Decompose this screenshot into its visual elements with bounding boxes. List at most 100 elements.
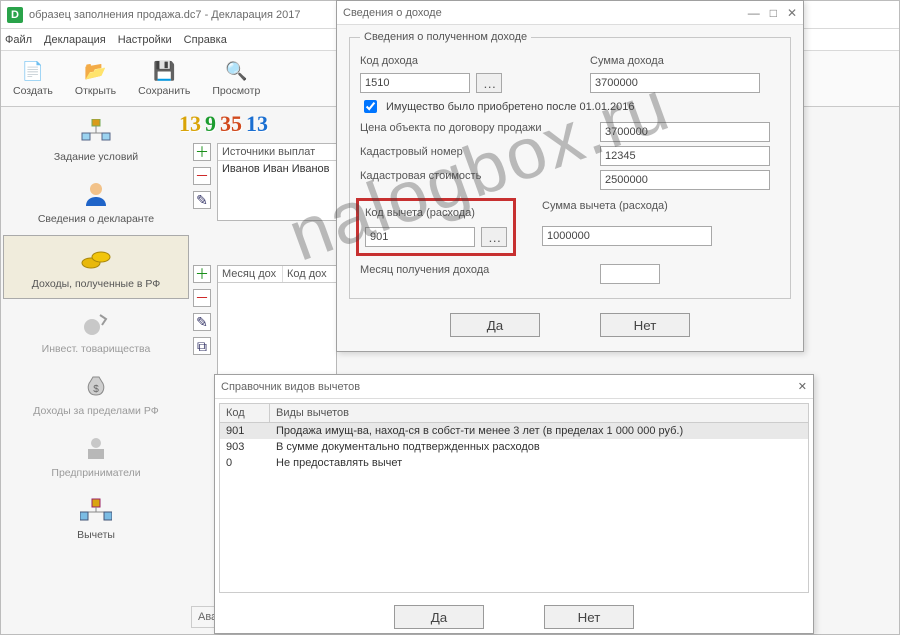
rate-numbers: 13 9 35 13 xyxy=(179,111,268,137)
deductions-dict-dialog: Справочник видов вычетов ✕ Код Виды выче… xyxy=(214,374,814,634)
dict-cell-name: Продажа имущ-ва, наход-ся в собст-ти мен… xyxy=(270,425,808,437)
minimize-icon[interactable]: — xyxy=(748,6,760,20)
label-month: Месяц получения дохода xyxy=(360,264,570,282)
after2016-checkbox[interactable]: Имущество было приобретено после 01.01.2… xyxy=(360,97,780,116)
income-dialog-no-button[interactable]: Нет xyxy=(600,313,690,337)
dict-dialog-titlebar: Справочник видов вычетов ✕ xyxy=(215,375,813,399)
label-price: Цена объекта по договору продажи xyxy=(360,122,570,140)
add-income-button[interactable]: ＋ xyxy=(193,265,211,283)
sidebar: Задание условий Сведения о декларанте До… xyxy=(1,109,191,634)
app-icon: D xyxy=(7,7,23,23)
edit-source-button[interactable]: ✎ xyxy=(193,191,211,209)
repeat-income-button[interactable]: ⧉ xyxy=(193,337,211,355)
dict-row[interactable]: 901 Продажа имущ-ва, наход-ся в собст-ти… xyxy=(220,423,808,439)
income-headers: Месяц дох Код дох xyxy=(218,266,336,283)
sidebar-item-deductions[interactable]: Вычеты xyxy=(1,487,191,549)
open-button[interactable]: 📂 Открыть xyxy=(75,61,116,97)
sidebar-item-entrepreneur[interactable]: Предприниматели xyxy=(1,425,191,487)
open-folder-icon: 📂 xyxy=(85,61,107,83)
maximize-icon[interactable]: □ xyxy=(770,6,777,20)
label-income-code: Код дохода xyxy=(360,55,560,67)
income-dialog-titlebar: Сведения о доходе — □ ✕ xyxy=(337,1,803,25)
sidebar-label: Предприниматели xyxy=(51,467,140,479)
remove-income-button[interactable]: － xyxy=(193,289,211,307)
after2016-checkbox-input[interactable] xyxy=(364,100,377,113)
sources-button-strip: ＋ － ✎ xyxy=(189,143,215,209)
view-button[interactable]: 🔍 Просмотр xyxy=(212,61,260,97)
person-icon xyxy=(79,179,113,209)
after2016-label: Имущество было приобретено после 01.01.2… xyxy=(386,101,635,113)
sidebar-item-declarant[interactable]: Сведения о декларанте xyxy=(1,171,191,233)
save-label: Сохранить xyxy=(138,85,190,97)
dict-col-name: Виды вычетов xyxy=(270,404,355,422)
label-cadcost: Кадастровая стоимость xyxy=(360,170,570,188)
invest-icon xyxy=(79,309,113,339)
income-dialog-title: Сведения о доходе xyxy=(343,7,442,19)
remove-source-button[interactable]: － xyxy=(193,167,211,185)
sidebar-label: Вычеты xyxy=(77,529,115,541)
svg-text:$: $ xyxy=(93,384,99,395)
income-group-caption: Сведения о полученном доходе xyxy=(360,31,531,43)
preview-icon: 🔍 xyxy=(225,61,247,83)
income-code-input[interactable] xyxy=(360,73,470,93)
ded-code-lookup-button[interactable]: … xyxy=(481,227,507,247)
new-file-icon: 📄 xyxy=(22,61,44,83)
rate-num-4[interactable]: 13 xyxy=(246,111,268,137)
structure-icon xyxy=(79,117,113,147)
sidebar-item-income-rf[interactable]: Доходы, полученные в РФ xyxy=(3,235,189,299)
sidebar-label: Доходы, полученные в РФ xyxy=(32,278,160,290)
dict-cell-code: 901 xyxy=(220,425,270,437)
dict-row[interactable]: 0 Не предоставлять вычет xyxy=(220,455,808,471)
label-ded-sum: Сумма вычета (расхода) xyxy=(542,200,722,212)
cadcost-input[interactable] xyxy=(600,170,770,190)
dict-dialog-yes-button[interactable]: Да xyxy=(394,605,484,629)
dict-table[interactable]: Код Виды вычетов 901 Продажа имущ-ва, на… xyxy=(219,403,809,593)
view-label: Просмотр xyxy=(212,85,260,97)
menu-file[interactable]: Файл xyxy=(5,34,32,46)
income-sum-input[interactable] xyxy=(590,73,760,93)
ded-code-input[interactable] xyxy=(365,227,475,247)
sidebar-label: Доходы за пределами РФ xyxy=(33,405,158,417)
menu-declaration[interactable]: Декларация xyxy=(44,34,106,46)
rate-num-3[interactable]: 35 xyxy=(220,111,242,137)
rate-num-2[interactable]: 9 xyxy=(205,111,216,137)
ded-sum-input[interactable] xyxy=(542,226,712,246)
dict-cell-name: В сумме документально подтвержденных рас… xyxy=(270,441,808,453)
deduction-code-highlight: Код вычета (расхода) … xyxy=(356,198,516,256)
dict-cell-code: 903 xyxy=(220,441,270,453)
sidebar-label: Задание условий xyxy=(54,151,138,163)
sidebar-item-income-abroad[interactable]: $ Доходы за пределами РФ xyxy=(1,363,191,425)
deductions-icon xyxy=(79,495,113,525)
income-code-lookup-button[interactable]: … xyxy=(476,73,502,93)
dict-dialog-title: Справочник видов вычетов xyxy=(221,381,360,393)
dict-table-header: Код Виды вычетов xyxy=(220,404,808,423)
open-label: Открыть xyxy=(75,85,116,97)
menu-settings[interactable]: Настройки xyxy=(118,34,172,46)
dict-dialog-no-button[interactable]: Нет xyxy=(544,605,634,629)
dict-cell-code: 0 xyxy=(220,457,270,469)
save-button[interactable]: 💾 Сохранить xyxy=(138,61,190,97)
label-cadnum: Кадастровый номер xyxy=(360,146,570,164)
price-input[interactable] xyxy=(600,122,770,142)
rate-num-1[interactable]: 13 xyxy=(179,111,201,137)
add-source-button[interactable]: ＋ xyxy=(193,143,211,161)
income-col-month: Месяц дох xyxy=(218,266,283,282)
main-title: образец заполнения продажа.dc7 - Деклара… xyxy=(29,9,301,21)
entrepreneur-icon xyxy=(79,433,113,463)
dict-row[interactable]: 903 В сумме документально подтвержденных… xyxy=(220,439,808,455)
month-input[interactable] xyxy=(600,264,660,284)
income-dialog-yes-button[interactable]: Да xyxy=(450,313,540,337)
close-icon[interactable]: ✕ xyxy=(798,381,807,393)
coins-icon xyxy=(79,244,113,274)
dict-cell-name: Не предоставлять вычет xyxy=(270,457,808,469)
label-income-sum: Сумма дохода xyxy=(590,55,770,67)
income-col-code: Код дох xyxy=(283,266,331,282)
create-button[interactable]: 📄 Создать xyxy=(13,61,53,97)
sidebar-item-conditions[interactable]: Задание условий xyxy=(1,109,191,171)
sidebar-item-invest[interactable]: Инвест. товарищества xyxy=(1,301,191,363)
menu-help[interactable]: Справка xyxy=(184,34,227,46)
sidebar-label: Инвест. товарищества xyxy=(42,343,151,355)
edit-income-button[interactable]: ✎ xyxy=(193,313,211,331)
cadnum-input[interactable] xyxy=(600,146,770,166)
close-icon[interactable]: ✕ xyxy=(787,6,797,20)
